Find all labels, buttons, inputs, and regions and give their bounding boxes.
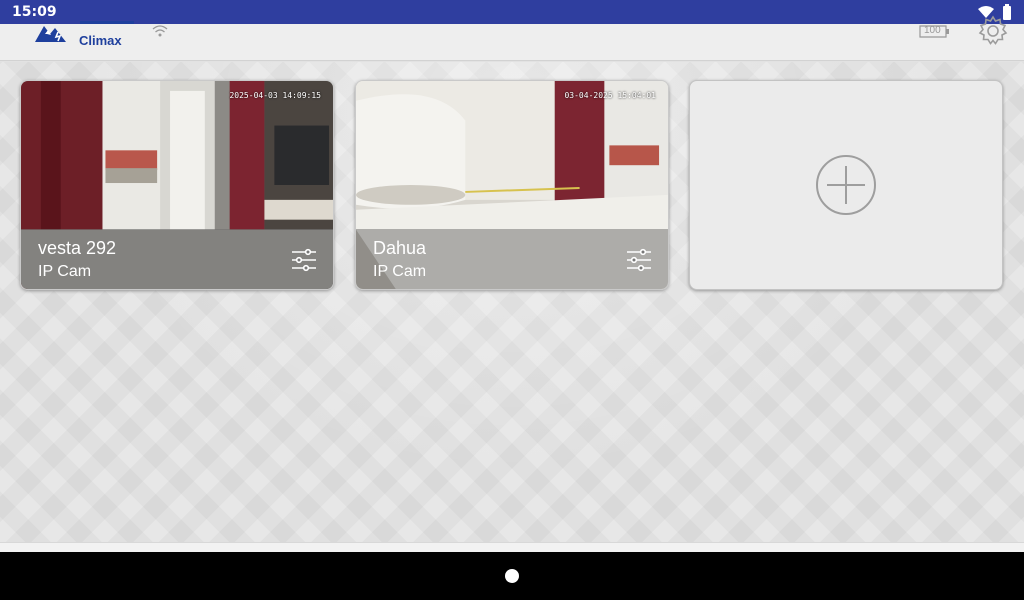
home-button[interactable]	[505, 569, 519, 583]
add-camera-button[interactable]	[689, 80, 1003, 290]
sliders-settings-icon[interactable]	[291, 247, 317, 273]
camera-grid: 2025-04-03 14:09:15 vesta 292 IP Cam 03-…	[0, 62, 1024, 542]
status-time: 15:09	[12, 4, 57, 20]
battery-level-label: 100	[924, 25, 941, 36]
navigation-bar	[0, 552, 1024, 600]
status-bar: 15:09	[0, 0, 1024, 24]
camera-type: IP Cam	[373, 263, 427, 280]
camera-card[interactable]: 03-04-2025 15:04:01 Dahua IP Cam	[355, 80, 669, 290]
camera-type: IP Cam	[38, 263, 92, 280]
sliders-settings-icon[interactable]	[626, 247, 652, 273]
camera-card[interactable]: 2025-04-03 14:09:15 vesta 292 IP Cam	[20, 80, 334, 290]
camera-timestamp: 2025-04-03 14:09:15	[229, 91, 321, 100]
camera-timestamp: 03-04-2025 15:04:01	[564, 91, 656, 100]
app-header: Climax 100	[0, 15, 1024, 61]
gear-icon[interactable]	[976, 14, 1010, 48]
plus-circle-icon	[816, 155, 876, 215]
logo-text: Climax	[79, 33, 122, 48]
camera-name: Dahua	[373, 238, 427, 258]
bottom-strip	[0, 542, 1024, 552]
camera-name: vesta 292	[38, 238, 117, 258]
wifi-signal-icon	[152, 25, 168, 37]
battery-level-icon: 100	[918, 22, 950, 40]
